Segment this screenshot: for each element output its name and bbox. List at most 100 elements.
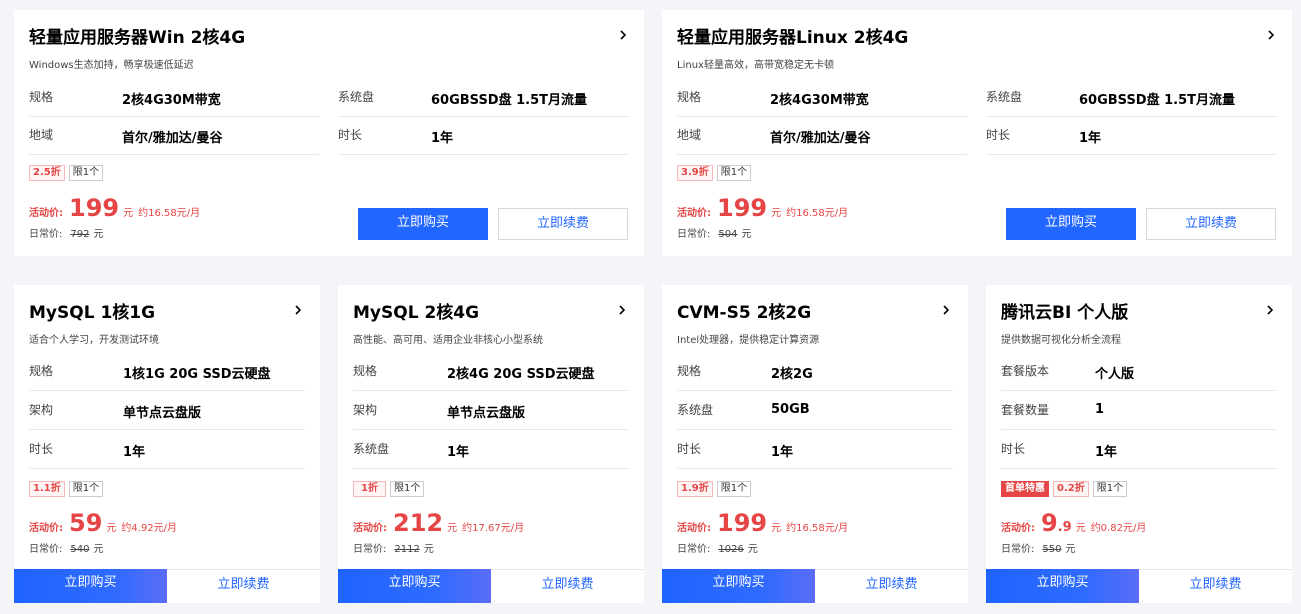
discount-badge: 2.5折 bbox=[29, 165, 65, 181]
chevron-right-icon[interactable] bbox=[617, 303, 627, 317]
tag-group: 首单特惠 0.2折 限1个 bbox=[1001, 481, 1128, 497]
spec-row: 架构 单节点云盘版 bbox=[29, 391, 305, 430]
spec-value: 2核2G bbox=[771, 367, 813, 382]
promo-price-value: 199 bbox=[717, 194, 768, 222]
card-subtitle: 提供数据可视化分析全流程 bbox=[1001, 335, 1121, 346]
regular-price-value: 550 bbox=[1042, 544, 1062, 555]
spec-row: 规格 1核1G 20G SSD云硬盘 bbox=[29, 352, 305, 391]
buy-now-button[interactable]: 立即购买 bbox=[14, 569, 167, 603]
promo-price-label: 活动价: bbox=[353, 523, 387, 534]
spec-label: 时长 bbox=[986, 128, 1011, 142]
spec-row: 地域 首尔/雅加达/曼谷 bbox=[677, 116, 967, 155]
spec-value: 首尔/雅加达/曼谷 bbox=[122, 131, 223, 146]
chevron-right-icon[interactable] bbox=[618, 28, 628, 42]
buy-now-button[interactable]: 立即购买 bbox=[986, 569, 1139, 603]
spec-row: 套餐版本 个人版 bbox=[1001, 352, 1277, 391]
spec-value: 单节点云盘版 bbox=[447, 406, 526, 421]
spec-value: 1年 bbox=[431, 131, 454, 146]
promo-price-unit: 元 bbox=[123, 208, 134, 219]
chevron-right-icon[interactable] bbox=[1266, 28, 1276, 42]
renew-button[interactable]: 立即续费 bbox=[815, 569, 968, 603]
promo-price: 活动价: 199 元 约16.58元/月 bbox=[29, 196, 200, 220]
spec-value: 60GBSSD盘 1.5T月流量 bbox=[431, 93, 588, 108]
limit-badge: 限1个 bbox=[716, 481, 752, 497]
spec-row: 规格 2核4G 20G SSD云硬盘 bbox=[353, 352, 629, 391]
regular-price-unit: 元 bbox=[93, 229, 104, 240]
spec-row: 时长 1年 bbox=[986, 116, 1277, 155]
renew-button[interactable]: 立即续费 bbox=[1146, 208, 1276, 240]
promo-price-unit: 元 bbox=[771, 208, 782, 219]
promo-price-value: 59 bbox=[69, 509, 103, 537]
discount-badge: 1折 bbox=[353, 481, 386, 497]
regular-price: 日常价: 550 元 bbox=[1001, 540, 1075, 555]
spec-row: 系统盘 60GBSSD盘 1.5T月流量 bbox=[986, 78, 1277, 117]
regular-price-label: 日常价: bbox=[677, 544, 711, 555]
promo-price-unit: 元 bbox=[447, 523, 458, 534]
promo-price: 活动价: 199 元 约16.58元/月 bbox=[677, 196, 848, 220]
limit-badge: 限1个 bbox=[68, 165, 104, 181]
spec-value: 1年 bbox=[447, 445, 470, 460]
spec-label: 系统盘 bbox=[986, 90, 1023, 104]
renew-button[interactable]: 立即续费 bbox=[498, 208, 628, 240]
limit-badge: 限1个 bbox=[68, 481, 104, 497]
spec-value: 2核4G 20G SSD云硬盘 bbox=[447, 367, 595, 382]
spec-label: 规格 bbox=[677, 90, 702, 104]
promo-price-unit: 元 bbox=[106, 523, 117, 534]
chevron-right-icon[interactable] bbox=[1265, 303, 1275, 317]
spec-label: 时长 bbox=[677, 442, 702, 456]
spec-label: 套餐数量 bbox=[1001, 403, 1050, 417]
tag-group: 3.9折 限1个 bbox=[677, 165, 752, 181]
promo-price: 活动价: 199 元 约16.58元/月 bbox=[677, 511, 848, 535]
regular-price: 日常价: 2112 元 bbox=[353, 540, 434, 555]
spec-value: 1核1G 20G SSD云硬盘 bbox=[123, 367, 271, 382]
limit-badge: 限1个 bbox=[716, 165, 752, 181]
spec-label: 时长 bbox=[29, 442, 54, 456]
card-title: 轻量应用服务器Win 2核4G bbox=[29, 28, 246, 48]
discount-badge: 0.2折 bbox=[1053, 481, 1089, 497]
promo-price-label: 活动价: bbox=[677, 208, 711, 219]
tag-group: 1.1折 限1个 bbox=[29, 481, 104, 497]
buy-now-button[interactable]: 立即购买 bbox=[662, 569, 815, 603]
discount-badge: 1.1折 bbox=[29, 481, 65, 497]
discount-badge: 1.9折 bbox=[677, 481, 713, 497]
spec-row: 系统盘 1年 bbox=[353, 430, 629, 469]
tag-group: 2.5折 限1个 bbox=[29, 165, 104, 181]
discount-badge: 3.9折 bbox=[677, 165, 713, 181]
renew-button[interactable]: 立即续费 bbox=[167, 569, 320, 603]
chevron-right-icon[interactable] bbox=[293, 303, 303, 317]
spec-row: 时长 1年 bbox=[338, 116, 629, 155]
product-card-cvm-s5: CVM-S5 2核2G Intel处理器，提供稳定计算资源 规格 2核2G 系统… bbox=[662, 285, 968, 603]
spec-label: 套餐版本 bbox=[1001, 364, 1050, 378]
renew-button[interactable]: 立即续费 bbox=[1139, 569, 1292, 603]
monthly-price: 约0.82元/月 bbox=[1090, 523, 1147, 534]
card-title: MySQL 2核4G bbox=[353, 303, 480, 323]
product-card-bi-personal: 腾讯云BI 个人版 提供数据可视化分析全流程 套餐版本 个人版 套餐数量 1 时… bbox=[986, 285, 1292, 603]
chevron-right-icon[interactable] bbox=[941, 303, 951, 317]
spec-label: 架构 bbox=[353, 403, 378, 417]
buy-now-button[interactable]: 立即购买 bbox=[358, 208, 488, 240]
spec-label: 地域 bbox=[677, 128, 702, 142]
tag-group: 1.9折 限1个 bbox=[677, 481, 752, 497]
spec-value: 60GBSSD盘 1.5T月流量 bbox=[1079, 93, 1236, 108]
renew-button[interactable]: 立即续费 bbox=[491, 569, 644, 603]
regular-price-unit: 元 bbox=[1065, 544, 1076, 555]
spec-row: 系统盘 50GB bbox=[677, 391, 953, 430]
regular-price-value: 2112 bbox=[394, 544, 420, 555]
promo-price-unit: 元 bbox=[1075, 523, 1086, 534]
spec-value: 50GB bbox=[771, 402, 810, 417]
monthly-price: 约17.67元/月 bbox=[462, 523, 525, 534]
spec-row: 架构 单节点云盘版 bbox=[353, 391, 629, 430]
buy-now-button[interactable]: 立即购买 bbox=[338, 569, 491, 603]
card-subtitle: Intel处理器，提供稳定计算资源 bbox=[677, 335, 820, 346]
buy-now-button[interactable]: 立即购买 bbox=[1006, 208, 1136, 240]
card-subtitle: 适合个人学习，开发测试环境 bbox=[29, 335, 159, 346]
spec-value: 1年 bbox=[1095, 445, 1118, 460]
promo-price-label: 活动价: bbox=[1001, 523, 1035, 534]
spec-value: 2核4G30M带宽 bbox=[770, 93, 869, 108]
tag-group: 1折 限1个 bbox=[353, 481, 425, 497]
spec-value: 1年 bbox=[1079, 131, 1102, 146]
card-title: 轻量应用服务器Linux 2核4G bbox=[677, 28, 909, 48]
first-order-badge: 首单特惠 bbox=[1001, 481, 1049, 497]
promo-price: 活动价: 59 元 约4.92元/月 bbox=[29, 511, 177, 535]
card-title: CVM-S5 2核2G bbox=[677, 303, 812, 323]
